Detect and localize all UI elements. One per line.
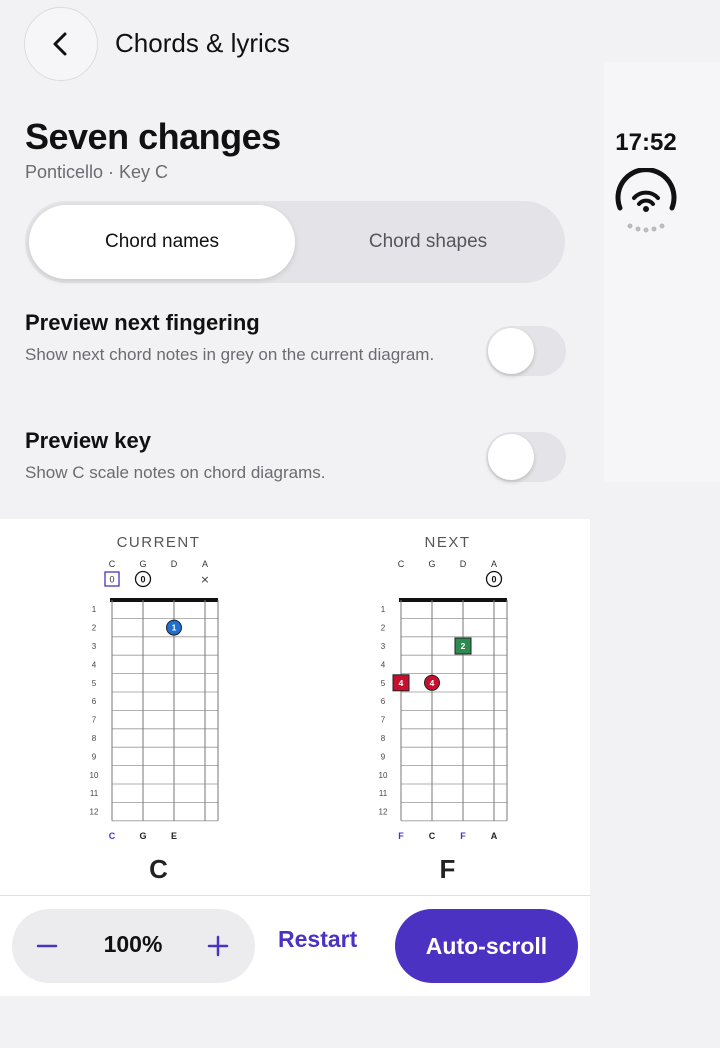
playback-controls: 100% Restart Auto-scroll [0, 896, 590, 996]
current-bottom-note: G [139, 831, 146, 841]
tab-chord-names[interactable]: Chord names [29, 205, 295, 279]
current-fret-number: 10 [90, 771, 99, 780]
setting-preview-key-title: Preview key [25, 428, 151, 453]
next-fret-number: 4 [381, 660, 386, 669]
current-muted-marker: × [200, 573, 209, 586]
next-chord-name: F [440, 854, 456, 884]
current-fret-number: 11 [90, 789, 99, 798]
next-fret-number: 8 [381, 734, 386, 743]
current-finger-number: 1 [172, 623, 177, 633]
toggle-knob [488, 328, 534, 374]
song-title: Seven changes [25, 116, 281, 157]
current-bottom-note: C [109, 831, 116, 841]
next-open-marker-label: 0 [491, 575, 496, 585]
next-finger-number: 2 [461, 641, 466, 651]
minus-icon [36, 944, 58, 948]
current-bottom-note: E [171, 831, 177, 841]
chord-diagram-panel: CURRENT C G D A 0 0 × 1 2 3 4 5 6 7 8 9 10 11 12 1 C G E C NEXT C G… [0, 519, 590, 895]
next-fret-number: 10 [379, 771, 388, 780]
current-string-label: G [139, 559, 146, 569]
next-fret-number: 9 [381, 752, 386, 761]
next-fret-number: 12 [379, 808, 388, 817]
view-mode-switch: Chord names Chord shapes [25, 201, 565, 283]
restart-button[interactable]: Restart [278, 926, 357, 953]
next-finger-number: 4 [399, 678, 404, 688]
next-fret-number: 6 [381, 697, 386, 706]
next-fret-number: 7 [381, 716, 386, 725]
setting-preview-next-title: Preview next fingering [25, 310, 260, 335]
zoom-level: 100% [103, 931, 163, 957]
current-heading: CURRENT [117, 534, 201, 551]
setting-preview-next-desc: Show next chord notes in grey on the cur… [25, 345, 435, 364]
zoom-control: 100% [12, 909, 255, 983]
page-title: Chords & lyrics [115, 28, 290, 58]
toggle-knob [488, 434, 534, 480]
current-fret-number: 8 [92, 734, 97, 743]
next-fret-number: 11 [379, 789, 388, 798]
chord-diagrams: CURRENTC G D A0 0 ×1234567891011121C G ECNEXTC G… [90, 534, 508, 884]
next-string-label: D [460, 559, 467, 569]
current-fret-number: 12 [90, 808, 99, 817]
current-fret-number: 4 [92, 660, 97, 669]
preview-next-toggle[interactable] [486, 326, 566, 376]
song-meta: Ponticello · Key C [25, 162, 169, 182]
preview-key-toggle[interactable] [486, 432, 566, 482]
status-time: 17:52 [615, 129, 677, 156]
status-rail [604, 62, 720, 482]
setting-preview-key-desc: Show C scale notes on chord diagrams. [25, 463, 326, 482]
next-bottom-note: F [460, 831, 466, 841]
current-fret-number: 1 [92, 605, 97, 614]
next-fret-number: 1 [381, 605, 386, 614]
current-fret-number: 3 [92, 642, 97, 651]
next-string-label: A [491, 559, 497, 569]
next-fret-number: 5 [381, 679, 386, 688]
current-fret-number: 9 [92, 752, 97, 761]
current-string-label: C [109, 559, 116, 569]
auto-scroll-button[interactable]: Auto-scroll [395, 909, 578, 983]
current-string-label: A [202, 559, 208, 569]
back-button[interactable] [24, 7, 98, 81]
wifi-icon [615, 168, 677, 233]
next-bottom-note: F [398, 831, 404, 841]
next-finger-number: 4 [430, 678, 435, 688]
next-heading: NEXT [424, 534, 470, 551]
current-chord-name: C [149, 854, 168, 884]
zoom-in-button[interactable] [195, 923, 241, 969]
next-string-label: C [398, 559, 405, 569]
current-open-marker-label: 0 [109, 575, 114, 585]
next-fret-number: 3 [381, 642, 386, 651]
next-bottom-note: A [491, 831, 498, 841]
next-string-label: G [428, 559, 435, 569]
current-string-label: D [171, 559, 178, 569]
tab-chord-shapes[interactable]: Chord shapes [295, 205, 561, 279]
next-fret-number: 2 [381, 624, 386, 633]
current-open-marker-label: 0 [140, 575, 145, 585]
current-fret-number: 7 [92, 716, 97, 725]
chevron-left-icon [53, 32, 67, 56]
plus-icon [207, 935, 229, 957]
current-fret-number: 5 [92, 679, 97, 688]
current-fret-number: 2 [92, 624, 97, 633]
zoom-out-button[interactable] [24, 923, 70, 969]
current-fret-number: 6 [92, 697, 97, 706]
next-bottom-note: C [429, 831, 436, 841]
